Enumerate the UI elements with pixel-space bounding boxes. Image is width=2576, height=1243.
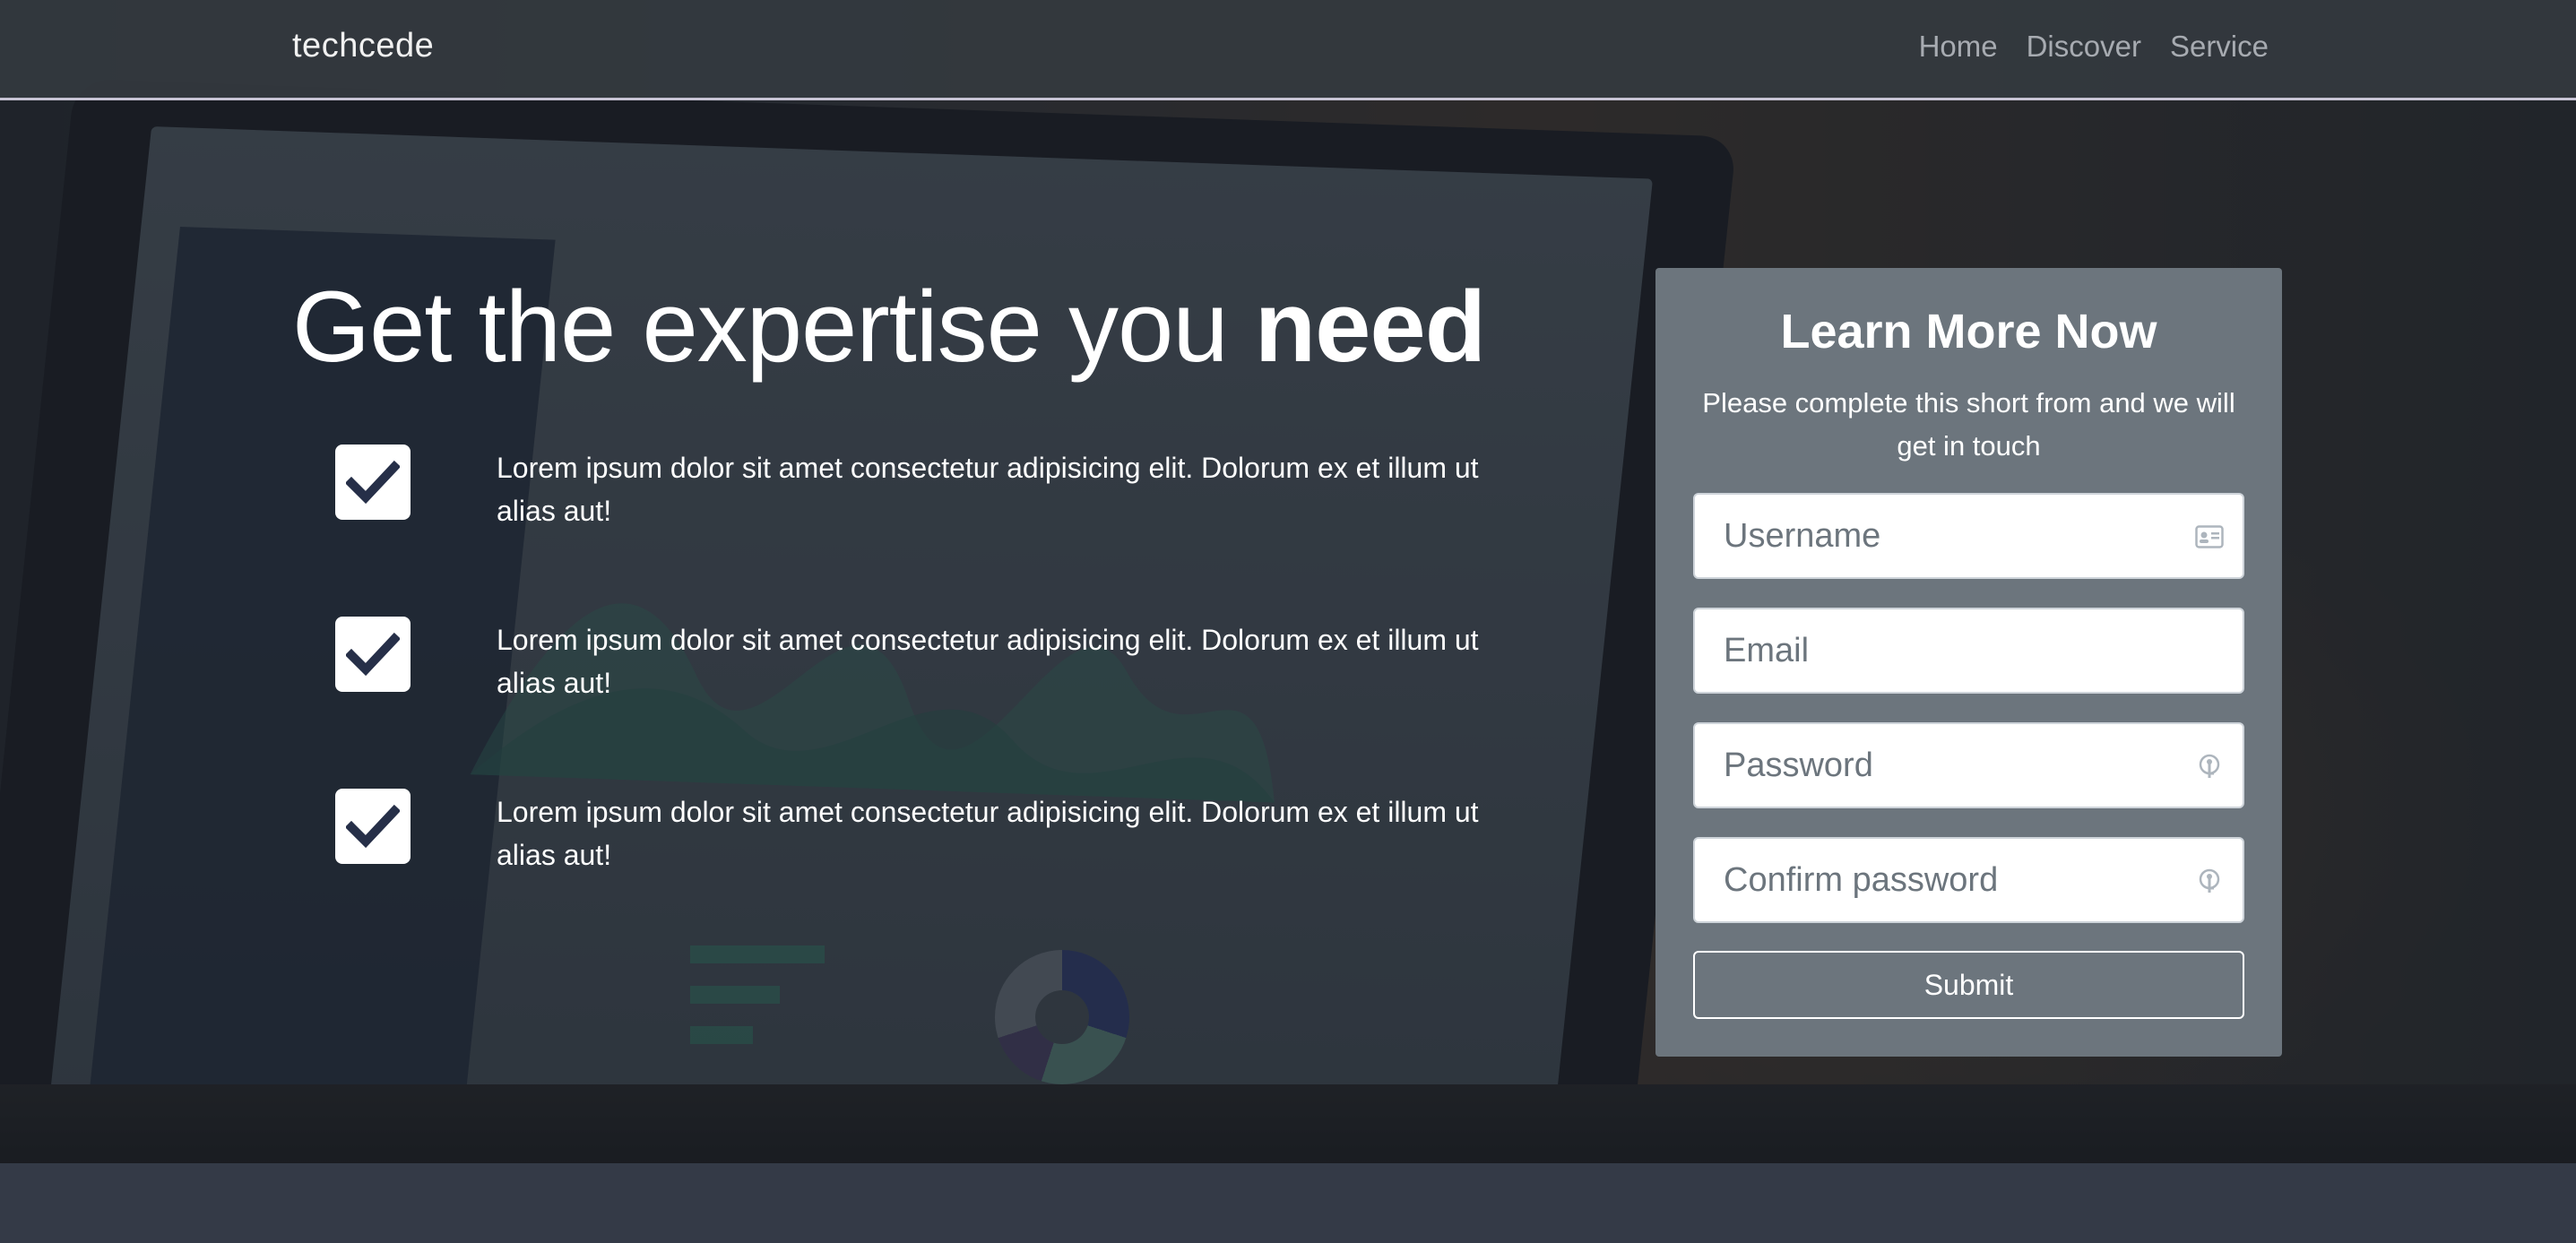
id-card-icon [2194, 523, 2225, 550]
nav-links: Home Discover Service [1919, 30, 2269, 64]
email-input[interactable] [1695, 609, 2243, 692]
nav-link-discover[interactable]: Discover [2027, 30, 2141, 64]
key-icon [2194, 868, 2225, 894]
checkbox-checked-icon [335, 445, 411, 520]
confirm-password-input[interactable] [1695, 839, 2243, 921]
checkbox-checked-icon [335, 789, 411, 864]
username-input[interactable] [1695, 495, 2243, 577]
password-field-wrapper [1693, 722, 2244, 808]
top-navbar: techcede Home Discover Service [0, 0, 2576, 100]
nav-link-service[interactable]: Service [2170, 30, 2269, 64]
brand-logo[interactable]: techcede [292, 27, 434, 65]
feature-text: Lorem ipsum dolor sit amet consectetur a… [497, 624, 1479, 699]
hero-section: Get the expertise you need Lorem ipsum d… [0, 0, 2576, 1163]
feature-text: Lorem ipsum dolor sit amet consectetur a… [497, 452, 1479, 527]
key-icon [2194, 753, 2225, 780]
headline-text: Get the expertise you [292, 271, 1255, 383]
password-input[interactable] [1695, 724, 2243, 807]
headline-emphasis: need [1254, 271, 1486, 383]
form-title: Learn More Now [1780, 305, 2157, 358]
footer-strip [0, 1163, 2576, 1243]
email-field-wrapper [1693, 608, 2244, 694]
hero-headline: Get the expertise you need [292, 269, 1486, 384]
checkbox-checked-icon [335, 617, 411, 692]
nav-link-home[interactable]: Home [1919, 30, 1998, 64]
signup-form-card: Learn More Now Please complete this shor… [1655, 268, 2282, 1057]
form-subtitle: Please complete this short from and we w… [1702, 387, 2235, 462]
confirm-password-field-wrapper [1693, 837, 2244, 923]
submit-button[interactable]: Submit [1693, 951, 2244, 1019]
feature-text: Lorem ipsum dolor sit amet consectetur a… [497, 796, 1479, 871]
username-field-wrapper [1693, 493, 2244, 579]
